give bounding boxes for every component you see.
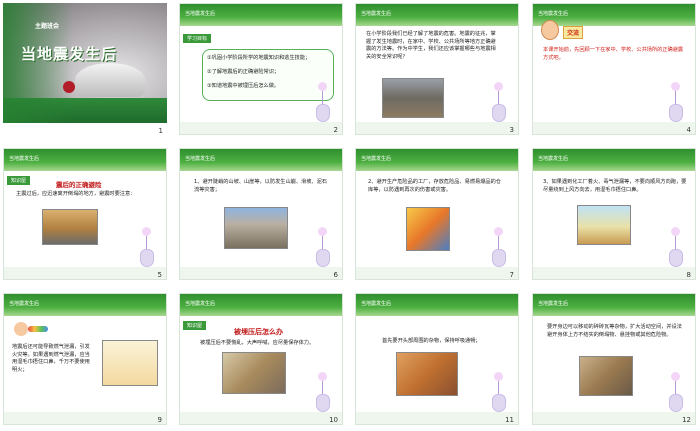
- vase-decoration: [484, 227, 514, 267]
- slide-4-thumbnail[interactable]: 当地震发生后 交流 本课开始前，先回顾一下在家中、学校、公共场所的正确避震方式吧…: [532, 3, 696, 135]
- slide-header: 当地震发生后: [533, 149, 695, 171]
- slide-header: 当地震发生后: [180, 294, 342, 316]
- slide-9-thumbnail[interactable]: 当地震发生后 地震后还可能导致燃气泄漏，引发火灾等。如果遇到燃气泄漏，应当用湿毛…: [3, 293, 167, 425]
- slide-7-thumbnail[interactable]: 当地震发生后 2、避开生产危险品的工厂，存放危险品、易燃易爆品的仓库等，以防遇到…: [355, 148, 519, 280]
- tip-text: 1、避开陡峭的山坡、山崖等，以防发生山崩、滑坡、泥石流等灾害；: [194, 179, 327, 193]
- section-title: 震后的正确避险: [56, 181, 102, 189]
- theme-label: 主题班会: [35, 23, 60, 30]
- section-text: 主震过后，应迅速离开倒塌的地方，避震时要注意：: [16, 191, 136, 197]
- slide-5-thumbnail[interactable]: 当地震发生后 知识屋 震后的正确避险 主震过后，应迅速离开倒塌的地方，避震时要注…: [3, 148, 167, 280]
- children-cartoon: [102, 340, 158, 386]
- slide-number: 1: [158, 127, 163, 135]
- vase-decoration: [661, 227, 691, 267]
- slide-8-thumbnail[interactable]: 当地震发生后 3、如果遇到化工厂着火、毒气泄漏等，不要向顺风方向跑，要尽量绕到上…: [532, 148, 696, 280]
- rubble-cartoon: [396, 352, 458, 396]
- vase-decoration: [308, 227, 338, 267]
- vase-decoration: [661, 82, 691, 122]
- slide-grid: 主题班会 当地震发生后 1 当地震发生后 学习目标 ①巩固小学阶段所学的地震知识…: [0, 0, 700, 431]
- slide-number: 6: [333, 271, 338, 279]
- school-building-photo: [42, 209, 98, 245]
- slide-11-thumbnail[interactable]: 当地震发生后 首先要开头部周围的杂物，保持呼吸通畅； 11: [355, 293, 519, 425]
- section-title: 被埋压后怎么办: [234, 328, 283, 336]
- slide-1-thumbnail[interactable]: 主题班会 当地震发生后 1: [3, 3, 167, 135]
- slide-number: 12: [682, 416, 691, 424]
- earthquake-ruins-photo: [382, 78, 444, 118]
- slide-number: 3: [509, 126, 514, 134]
- cover-title: 当地震发生后: [21, 45, 118, 63]
- slide-number: 5: [157, 271, 162, 279]
- cartoon-child-icon: [541, 20, 559, 40]
- factory-fire-cartoon: [406, 207, 450, 251]
- slide-12-thumbnail[interactable]: 当地震发生后 要开身边可以移动的碎砖瓦等杂物，扩大活动空间，并设法避开身体上方不…: [532, 293, 696, 425]
- cartoon-child-icon: [14, 322, 28, 336]
- vase-decoration: [132, 227, 162, 267]
- slide-number: 4: [686, 126, 691, 134]
- slide-header: 当地震发生后: [356, 4, 518, 26]
- tip-text: 要开身边可以移动的碎砖瓦等杂物，扩大活动空间，并设法避开身体上方不结实的倒塌物、…: [547, 324, 682, 338]
- book-heart-image: [75, 63, 145, 97]
- goal-1: ①巩固小学阶段所学的地震知识和逃生技能；: [207, 55, 311, 61]
- slide-header: 当地震发生后: [533, 294, 695, 316]
- slide-header: 当地震发生后: [356, 294, 518, 316]
- vase-decoration: [484, 372, 514, 412]
- slide-3-thumbnail[interactable]: 当地震发生后 在小学阶段我们已经了解了地震的危害。地震的征兆，掌握了发生地震时，…: [355, 3, 519, 135]
- slide-number: 2: [333, 126, 338, 134]
- debris-cartoon: [579, 356, 633, 396]
- vase-decoration: [484, 82, 514, 122]
- slide-6-thumbnail[interactable]: 当地震发生后 1、避开陡峭的山坡、山崖等，以防发生山崩、滑坡、泥石流等灾害； 6: [179, 148, 343, 280]
- tip-text: 地震后还可能导致燃气泄漏，引发火灾等。如果遇到燃气泄漏，应当用湿毛巾捂住口鼻，千…: [12, 344, 90, 373]
- slide-header: 当地震发生后: [4, 294, 166, 316]
- learning-goals-tag: 学习目标: [183, 34, 212, 43]
- slide-10-thumbnail[interactable]: 当地震发生后 知识屋 被埋压后怎么办 被埋压后不要慌乱，大声呼喊，应尽量保存体力…: [179, 293, 343, 425]
- tip-text: 3、如果遇到化工厂着火、毒气泄漏等，不要向顺风方向跑，要尽量绕到上风方向去，用湿…: [543, 179, 687, 193]
- exchange-text: 本课开始前，先回顾一下在家中、学校、公共场所的正确避震方式吧。: [543, 47, 684, 61]
- slide-header: 当地震发生后: [180, 149, 342, 171]
- vase-decoration: [308, 82, 338, 122]
- slide-number: 11: [505, 416, 514, 424]
- slide-number: 10: [329, 416, 338, 424]
- intro-text: 在小学阶段我们已经了解了地震的危害。地震的征兆，掌握了发生地震时，在家中、学校、…: [366, 31, 496, 60]
- slide-number: 9: [157, 416, 162, 424]
- slide-number: 8: [686, 271, 691, 279]
- trapped-person-cartoon: [222, 352, 286, 394]
- knowledge-tag: 知识屋: [183, 321, 207, 330]
- slide-header: 当地震发生后: [533, 4, 695, 26]
- vase-decoration: [308, 372, 338, 412]
- knowledge-tag: 知识屋: [7, 176, 31, 185]
- cliff-photo: [224, 207, 288, 249]
- tip-text: 首先要开头部周围的杂物，保持呼吸通畅；: [382, 338, 481, 344]
- rose-image: [63, 81, 75, 93]
- goal-2: ②了解地震后的正确避险常识；: [207, 69, 280, 75]
- slide-header: 当地震发生后: [4, 149, 166, 171]
- rainbow-label-icon: [28, 326, 48, 332]
- tip-text: 2、避开生产危险品的工厂，存放危险品、易燃易爆品的仓库等，以防遇到再次的伤害或灾…: [368, 179, 501, 193]
- slide-number: 7: [509, 271, 514, 279]
- slide-2-thumbnail[interactable]: 当地震发生后 学习目标 ①巩固小学阶段所学的地震知识和逃生技能； ②了解地震后的…: [179, 3, 343, 135]
- section-text: 被埋压后不要慌乱，大声呼喊，应尽量保存体力。: [200, 340, 315, 346]
- slide-header: 当地震发生后: [356, 149, 518, 171]
- vase-decoration: [661, 372, 691, 412]
- slide-header: 当地震发生后: [180, 4, 342, 26]
- gas-leak-cartoon: [577, 205, 631, 245]
- exchange-badge: 交流: [563, 26, 584, 39]
